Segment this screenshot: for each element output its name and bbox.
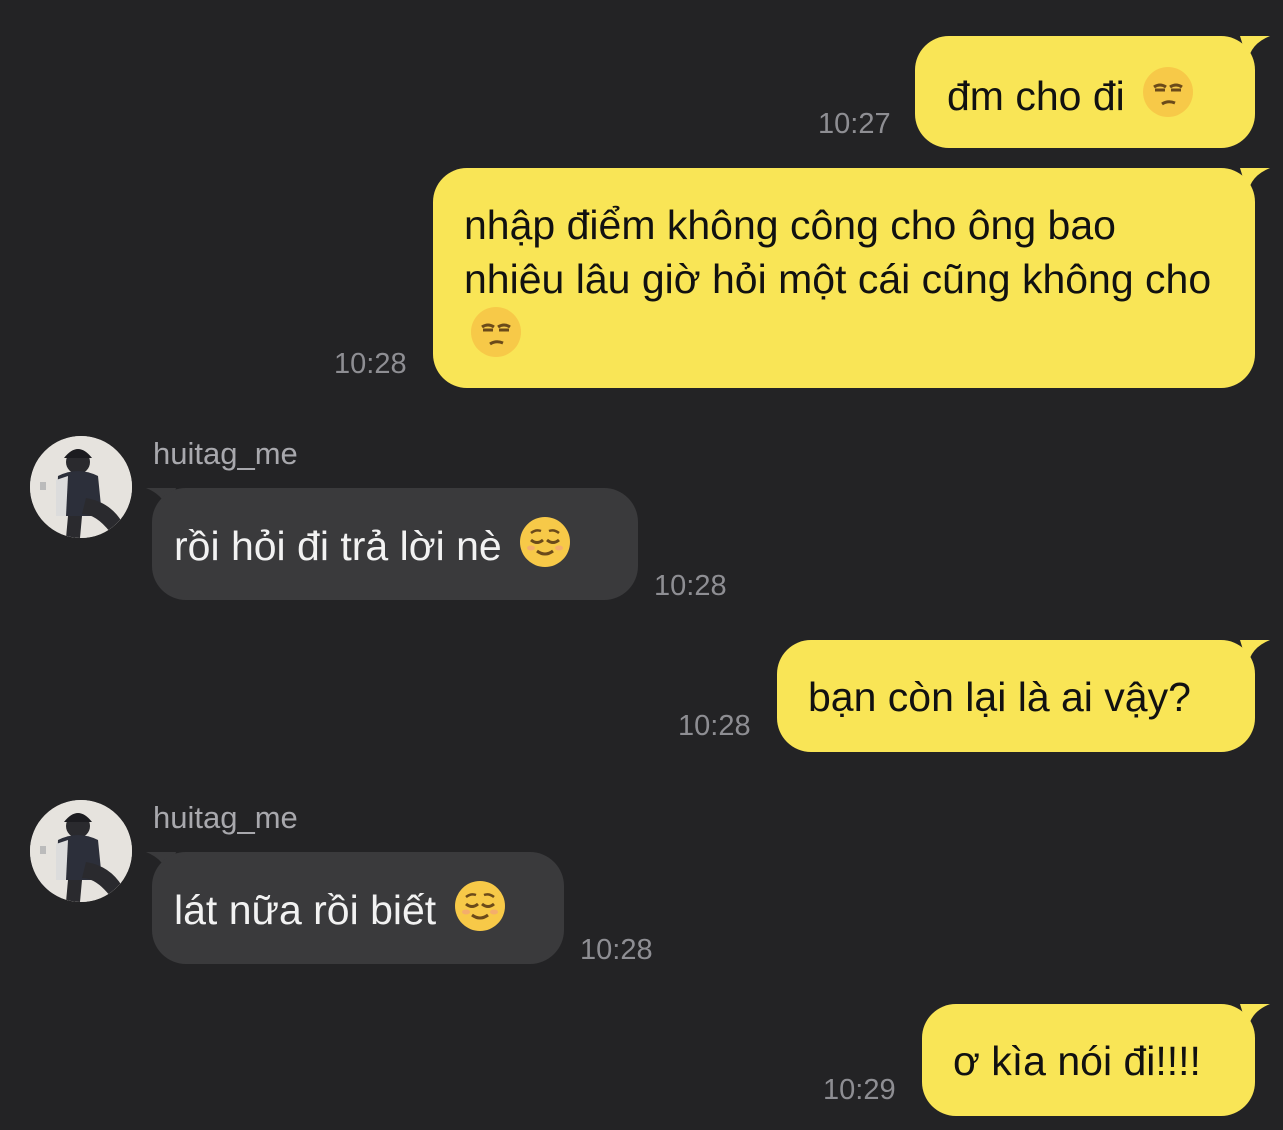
message-text: lát nữa rồi biết [174, 887, 437, 933]
outgoing-message-bubble[interactable]: nhập điểm không công cho ông bao nhiêu l… [433, 168, 1255, 388]
message-text: nhập điểm không công cho ông bao nhiêu l… [464, 202, 1212, 302]
message-text: ơ kìa nói đi!!!! [953, 1038, 1201, 1084]
bubble-tail [1240, 640, 1270, 666]
unamused-face-icon [471, 307, 521, 357]
relieved-face-icon [520, 517, 571, 567]
message-timestamp: 10:28 [654, 570, 727, 602]
message-timestamp: 10:27 [818, 108, 891, 140]
message-text: bạn còn lại là ai vậy? [808, 674, 1191, 720]
sender-name: huitag_me [153, 436, 298, 471]
bubble-tail [1240, 1004, 1270, 1030]
message-timestamp: 10:28 [580, 934, 653, 966]
bubble-tail [1240, 36, 1270, 62]
outgoing-message-bubble[interactable]: ơ kìa nói đi!!!! [922, 1004, 1255, 1116]
bubble-tail [1240, 168, 1270, 194]
avatar[interactable] [30, 800, 132, 902]
incoming-message-bubble[interactable]: rồi hỏi đi trả lời nè [152, 488, 638, 600]
message-timestamp: 10:29 [823, 1074, 896, 1106]
message-timestamp: 10:28 [334, 348, 407, 380]
incoming-message-bubble[interactable]: lát nữa rồi biết [152, 852, 564, 964]
outgoing-message-bubble[interactable]: bạn còn lại là ai vậy? [777, 640, 1255, 752]
user-photo-icon [30, 800, 132, 902]
user-photo-icon [30, 436, 132, 538]
message-timestamp: 10:28 [678, 710, 751, 742]
outgoing-message-bubble[interactable]: đm cho đi [915, 36, 1255, 148]
message-text: rồi hỏi đi trả lời nè [174, 523, 502, 569]
sender-name: huitag_me [153, 800, 298, 835]
message-text: đm cho đi [947, 73, 1125, 119]
avatar[interactable] [30, 436, 132, 538]
relieved-face-icon [454, 881, 505, 931]
unamused-face-icon [1143, 67, 1194, 117]
